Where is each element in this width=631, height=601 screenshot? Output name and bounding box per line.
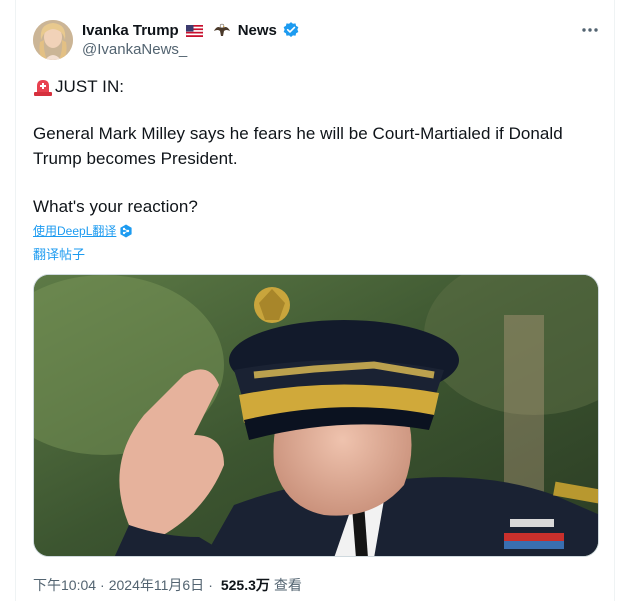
views-label: 查看 bbox=[273, 577, 302, 593]
siren-icon bbox=[33, 77, 53, 97]
views-count[interactable]: 525.3万 bbox=[221, 575, 270, 595]
tweet-date[interactable]: 2024年11月6日 bbox=[109, 575, 204, 595]
verified-badge-icon[interactable] bbox=[282, 21, 300, 39]
tweet-time[interactable]: 下午10:04 bbox=[33, 575, 96, 595]
frame-divider-right bbox=[614, 0, 615, 601]
frame-divider-left bbox=[15, 0, 16, 601]
tweet-line-1-text: JUST IN: bbox=[55, 77, 125, 96]
deepl-translate-row[interactable]: 使用DeepL翻译 bbox=[33, 222, 133, 239]
author-display-name[interactable]: Ivanka Trump bbox=[82, 22, 179, 39]
tweet-line-3: Trump becomes President. bbox=[33, 149, 238, 168]
author-name-row[interactable]: Ivanka Trump News bbox=[82, 20, 300, 40]
more-dots-icon bbox=[582, 28, 598, 32]
meta-separator-2: · bbox=[208, 577, 213, 593]
deepl-icon[interactable] bbox=[119, 224, 133, 238]
meta-separator: · bbox=[100, 577, 105, 593]
author-name-suffix[interactable]: News bbox=[238, 22, 277, 39]
tweet-line-1: JUST IN: bbox=[33, 77, 124, 97]
us-flag-icon bbox=[185, 24, 203, 38]
tweet-photo[interactable] bbox=[33, 274, 599, 557]
tweet-meta: 下午10:04 · 2024年11月6日 · 525.3万 查看 bbox=[33, 575, 302, 595]
tweet-line-2: General Mark Milley says he fears he wil… bbox=[33, 124, 563, 143]
eagle-icon bbox=[213, 22, 231, 38]
author-handle[interactable]: @IvankaNews_ bbox=[82, 41, 187, 58]
photo-of-general-saluting bbox=[34, 275, 598, 556]
deepl-translate-link[interactable]: 使用DeepL翻译 bbox=[33, 222, 116, 239]
tweet-line-4: What's your reaction? bbox=[33, 197, 198, 216]
translate-post-link[interactable]: 翻译帖子 bbox=[33, 244, 85, 263]
author-avatar[interactable] bbox=[33, 20, 73, 60]
more-options-button[interactable] bbox=[578, 20, 602, 40]
